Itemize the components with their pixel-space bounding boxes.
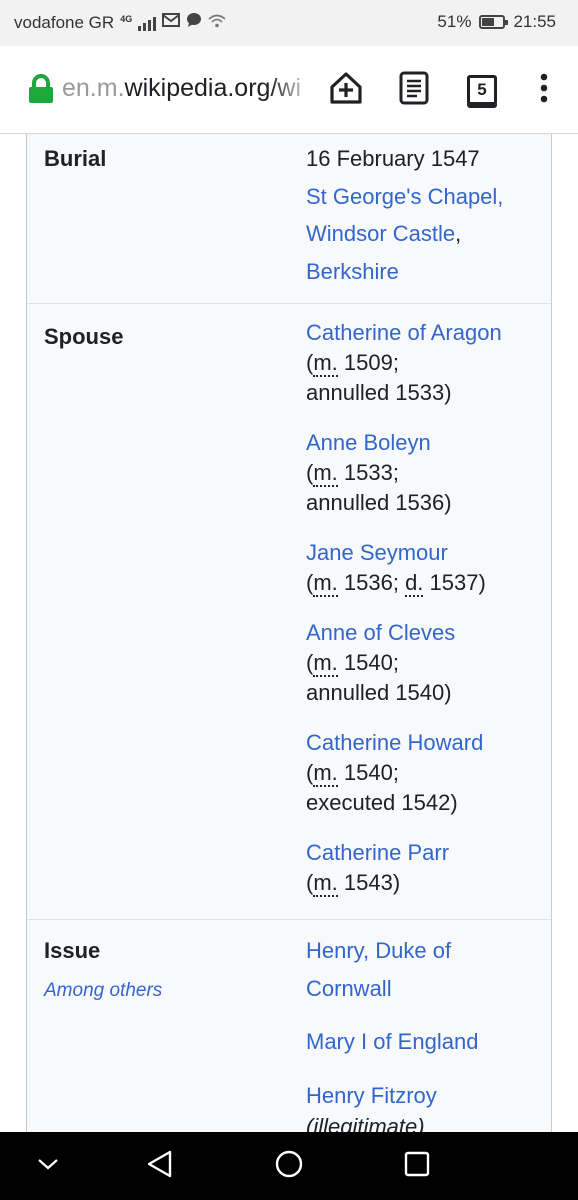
hide-nav-chevron-icon — [36, 1156, 60, 1177]
url-fade — [270, 70, 314, 110]
wifi-icon — [208, 13, 226, 33]
issue-sublabel: Among others — [44, 980, 163, 1001]
burial-date: 16 February 1547 — [306, 146, 480, 171]
burial-place-link-castle[interactable]: Windsor Castle — [306, 221, 455, 246]
menu-button[interactable] — [524, 70, 564, 110]
back-button[interactable] — [142, 1148, 178, 1184]
married-abbr: m. — [313, 350, 338, 377]
mail-icon — [162, 12, 181, 33]
issue-link[interactable]: Henry Fitzroy — [306, 1083, 437, 1108]
status-bar: vodafone GR 4G 51% 21:55 — [0, 0, 578, 46]
battery-percent: 51% — [437, 12, 472, 31]
status-left: vodafone GR 4G — [14, 12, 226, 33]
spouse-link[interactable]: Jane Seymour — [306, 540, 448, 565]
add-to-home-button[interactable] — [326, 70, 366, 110]
married-abbr: m. — [313, 870, 338, 897]
spouse-death-date: 1537) — [423, 570, 486, 595]
infobox: Burial 16 February 1547 St George's Chap… — [26, 134, 552, 1132]
infobox-row-issue: Issue Among others Henry, Duke of Cornwal… — [27, 920, 551, 1132]
network-type: 4G — [120, 13, 133, 24]
spouse-entry: Catherine Parr (m. 1543) — [306, 840, 450, 897]
status-right: 51% 21:55 — [437, 12, 556, 32]
spouse-dates: 1509; — [337, 350, 399, 375]
spouse-link[interactable]: Catherine Howard — [306, 730, 483, 755]
home-circle-icon — [274, 1149, 304, 1184]
browser-toolbar: en.m.wikipedia.org/wi 5 — [0, 46, 578, 134]
infobox-row-spouse: Spouse Catherine of Aragon (m. 1509; ann… — [27, 304, 551, 920]
married-abbr: m. — [313, 760, 338, 787]
spouse-entry: Catherine of Aragon (m. 1509; annulled 1… — [306, 318, 551, 408]
spouse-end: annulled 1536) — [306, 490, 452, 515]
spouse-end: annulled 1540) — [306, 680, 452, 705]
married-abbr: m. — [313, 460, 338, 487]
signal-icon — [138, 15, 157, 31]
burial-place-separator: , — [455, 221, 462, 246]
issue-value: Henry, Duke of Cornwall Mary I of England… — [306, 920, 551, 1132]
system-nav-bar — [0, 1132, 578, 1200]
spouse-entry: Catherine Howard (m. 1540; executed 1542… — [306, 728, 551, 818]
tab-count: 5 — [467, 75, 497, 105]
spouse-entry: Anne of Cleves (m. 1540; annulled 1540) — [306, 618, 551, 708]
clock: 21:55 — [513, 12, 556, 31]
married-abbr: m. — [313, 570, 338, 597]
married-abbr: m. — [313, 650, 338, 677]
issue-entry: Mary I of England — [306, 1023, 551, 1061]
back-triangle-icon — [145, 1149, 175, 1184]
page-content[interactable]: Burial 16 February 1547 St George's Chap… — [0, 134, 578, 1132]
spouse-link[interactable]: Catherine of Aragon — [306, 320, 502, 345]
spouse-value: Catherine of Aragon (m. 1509; annulled 1… — [306, 304, 551, 898]
spouse-end: executed 1542) — [306, 790, 458, 815]
spouse-link[interactable]: Catherine Parr — [306, 840, 449, 865]
issue-entry: Henry Fitzroy (illegitimate) — [306, 1077, 551, 1133]
issue-link-line1: Henry, Duke of — [306, 938, 452, 963]
burial-place-link-chapel[interactable]: St George's Chapel, — [306, 184, 503, 209]
menu-kebab-icon — [539, 73, 549, 108]
spouse-label: Spouse — [44, 324, 124, 349]
reader-mode-icon — [399, 71, 429, 110]
add-to-home-icon — [327, 69, 365, 112]
recents-square-icon — [403, 1150, 431, 1183]
issue-link[interactable]: Mary I of England — [306, 1029, 478, 1054]
burial-place-link-county[interactable]: Berkshire — [306, 259, 399, 284]
burial-label: Burial — [44, 146, 107, 171]
hide-nav-button[interactable] — [30, 1148, 66, 1184]
spouse-entry: Jane Seymour (m. 1536; d. 1537) — [306, 540, 486, 597]
burial-value: 16 February 1547 St George's Chapel, Win… — [306, 134, 551, 290]
battery-icon — [479, 15, 509, 29]
issue-label: Issue — [44, 938, 101, 963]
issue-link-line2: Cornwall — [306, 975, 392, 1001]
spouse-dates: 1533; — [337, 460, 399, 485]
spouse-dates: 1536; — [337, 570, 406, 595]
recents-button[interactable] — [399, 1148, 435, 1184]
home-button[interactable] — [271, 1148, 307, 1184]
spouse-dates: 1540; — [337, 650, 399, 675]
issue-note: (illegitimate) — [306, 1114, 425, 1132]
spouse-link[interactable]: Anne Boleyn — [306, 430, 431, 455]
issue-link[interactable]: Henry, Duke of Cornwall — [306, 938, 451, 1001]
spouse-end: annulled 1533) — [306, 380, 452, 405]
message-icon — [186, 12, 202, 33]
tab-switcher-button[interactable]: 5 — [462, 70, 502, 110]
spouse-dates: 1543) — [337, 870, 401, 895]
issue-entry: Henry, Duke of Cornwall — [306, 932, 551, 1007]
lock-icon[interactable] — [28, 74, 54, 104]
carrier-name: vodafone GR — [14, 12, 115, 32]
reader-mode-button[interactable] — [394, 70, 434, 110]
spouse-link[interactable]: Anne of Cleves — [306, 620, 455, 645]
spouse-dates: 1540; — [337, 760, 399, 785]
spouse-entry: Anne Boleyn (m. 1533; annulled 1536) — [306, 428, 551, 518]
died-abbr: d. — [405, 570, 424, 597]
infobox-row-burial: Burial 16 February 1547 St George's Chap… — [27, 134, 551, 304]
url-prefix: en.m. — [62, 74, 125, 102]
